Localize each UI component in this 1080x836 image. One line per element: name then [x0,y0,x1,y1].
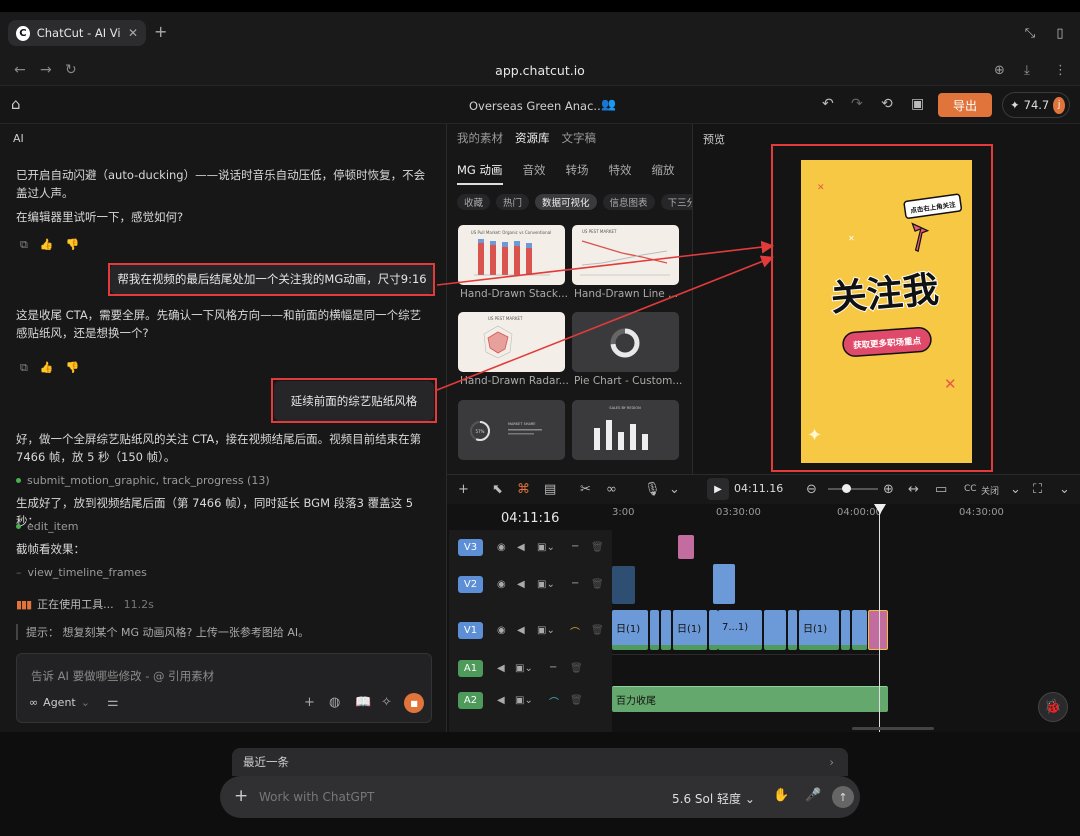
annotation-arrows [436,240,775,391]
arrow-line [436,255,774,391]
arrow-line [436,240,775,286]
